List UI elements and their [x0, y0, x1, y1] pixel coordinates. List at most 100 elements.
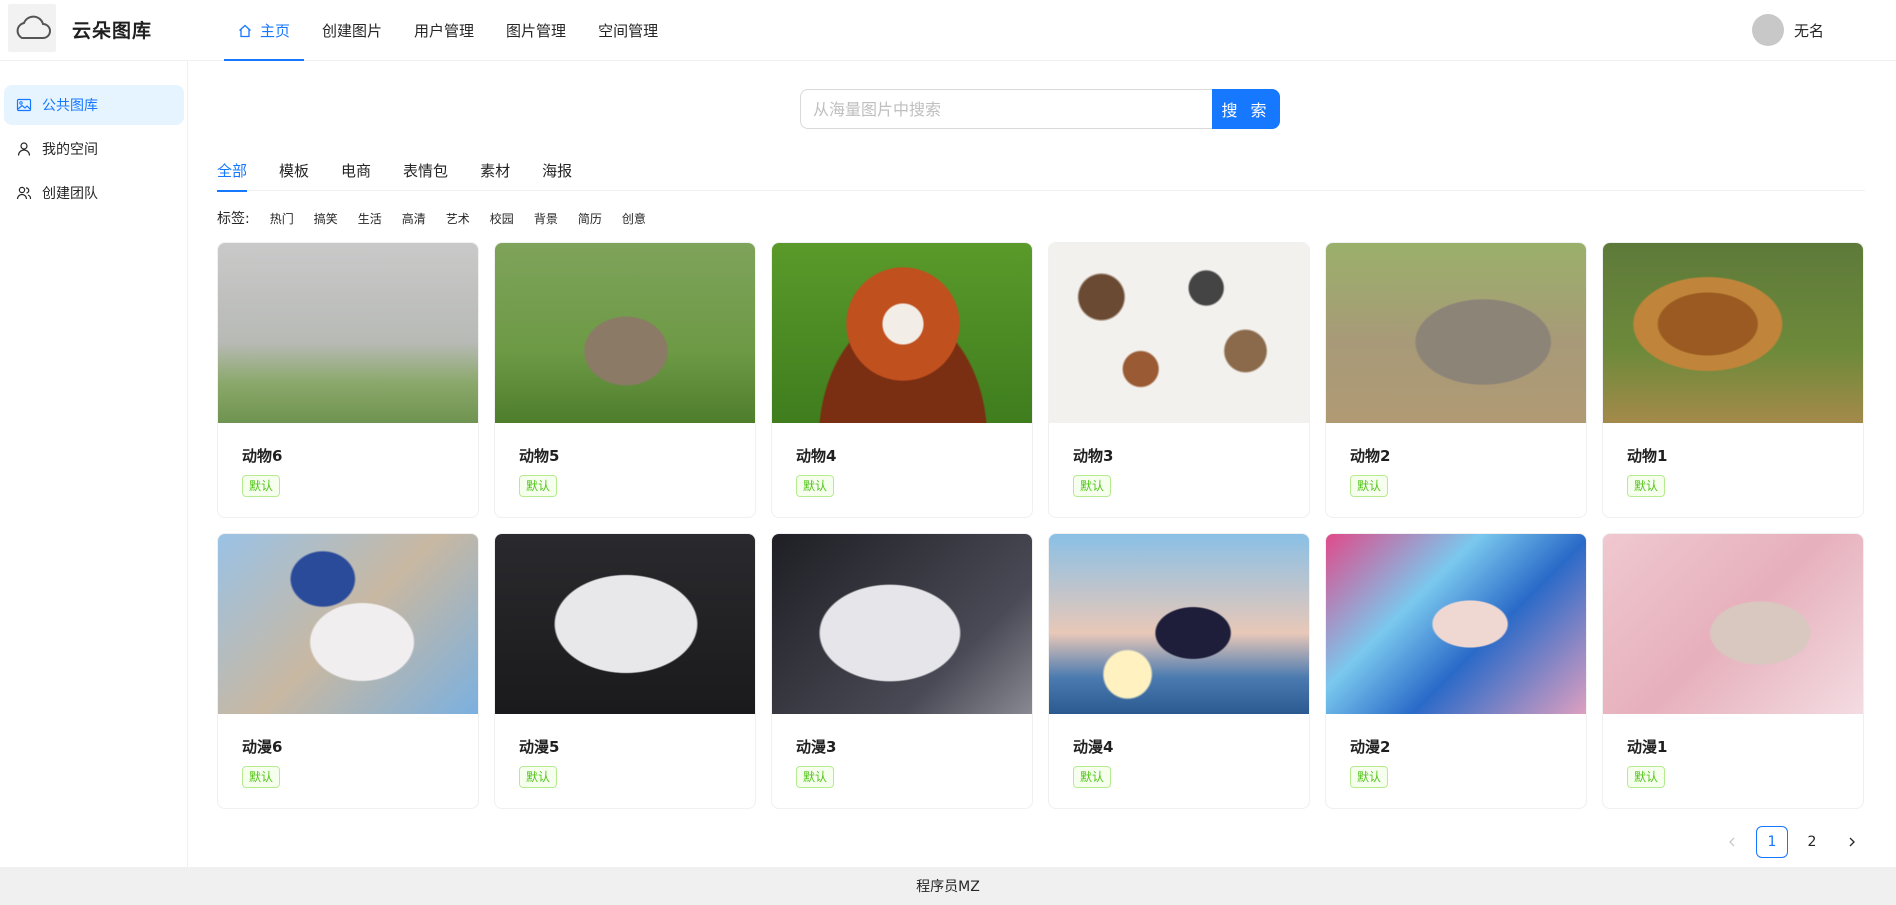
sidebar-item-public-gallery[interactable]: 公共图库 — [4, 85, 184, 125]
picture-title: 动物5 — [519, 447, 560, 465]
picture-thumbnail[interactable] — [1603, 534, 1863, 714]
picture-thumbnail[interactable] — [495, 243, 755, 423]
search-input[interactable] — [800, 89, 1212, 129]
picture-card[interactable]: 动漫5 默认 — [494, 533, 756, 809]
search-button[interactable]: 搜 索 — [1212, 89, 1280, 129]
tag-creative[interactable]: 创意 — [622, 210, 646, 227]
tab-ecommerce[interactable]: 电商 — [341, 150, 371, 191]
tags-label: 标签: — [217, 211, 250, 227]
picture-title: 动物4 — [796, 447, 837, 465]
pagination: 1 2 — [1716, 826, 1876, 858]
next-page-button[interactable] — [1836, 826, 1868, 858]
tab-emoji[interactable]: 表情包 — [403, 150, 448, 191]
home-icon — [238, 24, 252, 38]
tab-material[interactable]: 素材 — [480, 150, 510, 191]
tag-filter: 标签: 热门 搞笑 生活 高清 艺术 校园 背景 简历 创意 — [217, 208, 656, 228]
user-menu[interactable]: 无名 — [1752, 14, 1824, 46]
picture-title: 动漫6 — [242, 738, 283, 756]
footer-text: 程序员MZ — [916, 879, 980, 895]
team-icon — [16, 185, 32, 201]
sidebar-item-create-team[interactable]: 创建团队 — [4, 173, 184, 213]
page-2-button[interactable]: 2 — [1796, 826, 1828, 858]
category-tag: 默认 — [242, 766, 281, 788]
picture-thumbnail[interactable] — [772, 243, 1032, 423]
picture-card[interactable]: 动物6 默认 — [217, 242, 479, 518]
picture-card[interactable]: 动漫2 默认 — [1325, 533, 1587, 809]
tag-background[interactable]: 背景 — [534, 210, 558, 227]
sidebar: 公共图库 我的空间 创建团队 — [0, 61, 188, 867]
nav-label: 图片管理 — [506, 22, 567, 40]
nav-item-user-manage[interactable]: 用户管理 — [398, 0, 490, 61]
tag-resume[interactable]: 简历 — [578, 210, 602, 227]
picture-thumbnail[interactable] — [1603, 243, 1863, 423]
tag-life[interactable]: 生活 — [358, 210, 382, 227]
picture-title: 动漫5 — [519, 738, 560, 756]
tag-funny[interactable]: 搞笑 — [314, 210, 338, 227]
picture-card[interactable]: 动物3 默认 — [1048, 242, 1310, 518]
picture-thumbnail[interactable] — [1326, 243, 1586, 423]
picture-title: 动漫2 — [1350, 738, 1391, 756]
picture-thumbnail[interactable] — [1049, 243, 1309, 423]
picture-thumbnail[interactable] — [1326, 534, 1586, 714]
category-tag: 默认 — [1350, 766, 1389, 788]
nav-item-create-picture[interactable]: 创建图片 — [306, 0, 398, 61]
tag-art[interactable]: 艺术 — [446, 210, 470, 227]
picture-card[interactable]: 动漫3 默认 — [771, 533, 1033, 809]
picture-thumbnail[interactable] — [218, 243, 478, 423]
picture-card[interactable]: 动物5 默认 — [494, 242, 756, 518]
nav-item-picture-manage[interactable]: 图片管理 — [490, 0, 582, 61]
picture-card[interactable]: 动漫6 默认 — [217, 533, 479, 809]
picture-card[interactable]: 动物1 默认 — [1602, 242, 1864, 518]
picture-card[interactable]: 动漫1 默认 — [1602, 533, 1864, 809]
tag-campus[interactable]: 校园 — [490, 210, 514, 227]
sidebar-item-label: 我的空间 — [42, 142, 98, 158]
user-icon — [16, 141, 32, 157]
nav-label: 主页 — [260, 22, 291, 40]
picture-title: 动漫3 — [796, 738, 837, 756]
picture-title: 动物1 — [1627, 447, 1668, 465]
footer: 程序员MZ — [0, 867, 1896, 905]
prev-page-button[interactable] — [1716, 826, 1748, 858]
logo[interactable] — [8, 4, 56, 52]
picture-card[interactable]: 动漫4 默认 — [1048, 533, 1310, 809]
tag-hd[interactable]: 高清 — [402, 210, 426, 227]
user-name[interactable]: 无名 — [1794, 20, 1824, 41]
picture-title: 动物2 — [1350, 447, 1391, 465]
picture-grid: 动物6 默认 动物5 默认 动物4 默认 动物3 默认 动物2 默认 动物1 默… — [217, 242, 1864, 809]
category-tabs: 全部 模板 电商 表情包 素材 海报 — [217, 150, 1865, 192]
picture-icon — [16, 97, 32, 113]
chevron-left-icon — [1729, 837, 1735, 847]
tag-hot[interactable]: 热门 — [270, 210, 294, 227]
picture-thumbnail[interactable] — [1049, 534, 1309, 714]
sidebar-item-label: 创建团队 — [42, 186, 98, 202]
category-tag: 默认 — [242, 475, 281, 497]
nav-item-space-manage[interactable]: 空间管理 — [582, 0, 674, 61]
nav-item-home[interactable]: 主页 — [222, 0, 306, 61]
picture-card[interactable]: 动物2 默认 — [1325, 242, 1587, 518]
category-tag: 默认 — [1627, 475, 1666, 497]
avatar[interactable] — [1752, 14, 1784, 46]
tab-poster[interactable]: 海报 — [542, 150, 572, 191]
nav-label: 用户管理 — [414, 22, 475, 40]
picture-title: 动物6 — [242, 447, 283, 465]
picture-card[interactable]: 动物4 默认 — [771, 242, 1033, 518]
top-header: 云朵图库 主页 创建图片 用户管理 图片管理 空间管理 无名 — [0, 0, 1896, 61]
category-tag: 默认 — [1073, 475, 1112, 497]
page-1-button[interactable]: 1 — [1756, 826, 1788, 858]
picture-thumbnail[interactable] — [772, 534, 1032, 714]
sidebar-item-my-space[interactable]: 我的空间 — [4, 129, 184, 169]
picture-thumbnail[interactable] — [495, 534, 755, 714]
tab-all[interactable]: 全部 — [217, 150, 248, 192]
category-tag: 默认 — [1073, 766, 1112, 788]
cloud-logo-icon — [16, 15, 51, 39]
category-tag: 默认 — [796, 475, 835, 497]
nav-label: 空间管理 — [598, 22, 659, 40]
search-bar: 搜 索 — [800, 89, 1280, 129]
brand-title[interactable]: 云朵图库 — [72, 16, 152, 43]
top-nav: 主页 创建图片 用户管理 图片管理 空间管理 — [222, 0, 674, 61]
category-tag: 默认 — [1627, 766, 1666, 788]
picture-title: 动漫1 — [1627, 738, 1668, 756]
tab-template[interactable]: 模板 — [279, 150, 309, 191]
nav-label: 创建图片 — [322, 22, 383, 40]
picture-thumbnail[interactable] — [218, 534, 478, 714]
